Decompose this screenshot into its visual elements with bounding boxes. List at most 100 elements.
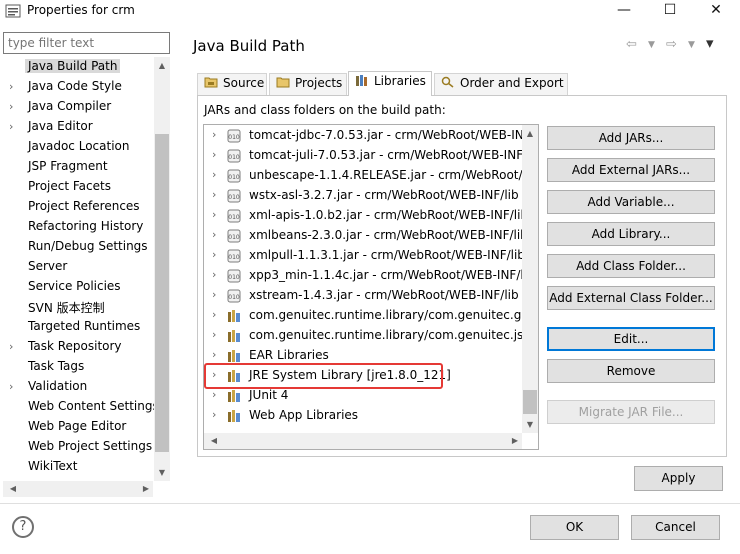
library-row[interactable]: › 010 xmlpull-1.1.3.1.jar - crm/WebRoot/WE… xyxy=(204,246,522,266)
library-row[interactable]: › 010 xstream-1.4.3.jar - crm/WebRoot/WEB-… xyxy=(204,286,522,306)
library-row-label: tomcat-jdbc-7.0.53.jar - crm/WebRoot/WEB… xyxy=(249,128,522,142)
tree-vertical-scrollbar[interactable] xyxy=(522,125,538,433)
library-row[interactable]: › JUnit 4 xyxy=(204,386,522,406)
nav-horizontal-scrollbar[interactable] xyxy=(3,481,153,497)
nav-item[interactable]: Java Build Path xyxy=(3,57,153,77)
forward-menu-icon[interactable]: ▼ xyxy=(688,40,695,50)
nav-scroll-down-icon[interactable]: ▼ xyxy=(154,468,170,477)
close-button[interactable]: ✕ xyxy=(693,0,739,22)
library-row-label: Web App Libraries xyxy=(249,408,359,422)
ok-button[interactable]: OK xyxy=(530,515,619,540)
projects-folder-icon xyxy=(276,77,290,88)
nav-item[interactable]: › Java Compiler xyxy=(3,97,153,117)
maximize-button[interactable]: ☐ xyxy=(647,0,693,22)
expand-arrow-icon[interactable]: › xyxy=(9,100,19,113)
migrate-jar-button[interactable]: Migrate JAR File... xyxy=(547,400,715,424)
library-row[interactable]: › 010 tomcat-jdbc-7.0.53.jar - crm/WebRoot… xyxy=(204,126,522,146)
tab-libraries[interactable]: Libraries xyxy=(348,71,432,96)
filter-input[interactable] xyxy=(3,32,170,54)
nav-item[interactable]: Task Tags xyxy=(3,357,153,377)
library-row[interactable]: › com.genuitec.runtime.library/com.genuit… xyxy=(204,326,522,346)
nav-scroll-thumb[interactable] xyxy=(155,134,169,452)
edit-button[interactable]: Edit... xyxy=(547,327,715,351)
library-row-label: xml-apis-1.0.b2.jar - crm/WebRoot/WEB-IN… xyxy=(249,208,522,222)
tree-horizontal-scrollbar[interactable] xyxy=(204,433,522,449)
library-row[interactable]: › 010 xpp3_min-1.1.4c.jar - crm/WebRoot/WE… xyxy=(204,266,522,286)
expand-arrow-icon[interactable]: › xyxy=(212,388,216,401)
add-external-jars-button[interactable]: Add External JARs... xyxy=(547,158,715,182)
expand-arrow-icon[interactable]: › xyxy=(212,148,216,161)
add-library-button[interactable]: Add Library... xyxy=(547,222,715,246)
help-icon[interactable]: ? xyxy=(12,516,34,538)
nav-item[interactable]: Web Content Settings xyxy=(3,397,159,417)
library-row[interactable]: › 010 tomcat-juli-7.0.53.jar - crm/WebRoot… xyxy=(204,146,522,166)
tree-scroll-up-icon[interactable]: ▲ xyxy=(522,129,538,138)
cancel-button[interactable]: Cancel xyxy=(631,515,720,540)
nav-item[interactable]: JSP Fragment xyxy=(3,157,153,177)
nav-item[interactable]: › Java Code Style xyxy=(3,77,153,97)
add-jars-button[interactable]: Add JARs... xyxy=(547,126,715,150)
expand-arrow-icon[interactable]: › xyxy=(212,408,216,421)
expand-arrow-icon[interactable]: › xyxy=(212,268,216,281)
nav-item[interactable]: › Task Repository xyxy=(3,337,153,357)
tab-order-and-export[interactable]: Order and Export xyxy=(434,73,568,95)
tree-scroll-thumb[interactable] xyxy=(523,390,537,414)
tree-scroll-down-icon[interactable]: ▼ xyxy=(522,420,538,429)
nav-item[interactable]: › Validation xyxy=(3,377,153,397)
library-row[interactable]: › com.genuitec.runtime.library/com.genuit… xyxy=(204,306,522,326)
expand-arrow-icon[interactable]: › xyxy=(212,248,216,261)
expand-arrow-icon[interactable]: › xyxy=(212,328,216,341)
library-row[interactable]: › 010 xml-apis-1.0.b2.jar - crm/WebRoot/WE… xyxy=(204,206,522,226)
back-icon[interactable]: ⇦ xyxy=(626,37,637,52)
nav-item[interactable]: Web Page Editor xyxy=(3,417,153,437)
view-menu-icon[interactable]: ▾ xyxy=(706,34,714,52)
library-row[interactable]: › 010 unbescape-1.1.4.RELEASE.jar - crm/We… xyxy=(204,166,522,186)
forward-icon[interactable]: ⇨ xyxy=(666,37,677,52)
add-class-folder-button[interactable]: Add Class Folder... xyxy=(547,254,715,278)
nav-item[interactable]: Javadoc Location xyxy=(3,137,153,157)
expand-arrow-icon[interactable]: › xyxy=(212,208,216,221)
expand-arrow-icon[interactable]: › xyxy=(9,120,19,133)
tree-scroll-right-icon[interactable]: ▶ xyxy=(507,436,523,445)
nav-item[interactable]: Targeted Runtimes xyxy=(3,317,153,337)
expand-arrow-icon[interactable]: › xyxy=(212,168,216,181)
nav-item[interactable]: Refactoring History xyxy=(3,217,153,237)
expand-arrow-icon[interactable]: › xyxy=(212,288,216,301)
nav-item[interactable]: Project Facets xyxy=(3,177,153,197)
svg-text:010: 010 xyxy=(228,274,240,281)
add-external-class-folder-button[interactable]: Add External Class Folder... xyxy=(547,286,715,310)
library-row[interactable]: › 010 wstx-asl-3.2.7.jar - crm/WebRoot/WEB… xyxy=(204,186,522,206)
tab-source[interactable]: Source xyxy=(197,73,267,95)
add-variable-button[interactable]: Add Variable... xyxy=(547,190,715,214)
back-menu-icon[interactable]: ▼ xyxy=(648,40,655,50)
expand-arrow-icon[interactable]: › xyxy=(9,80,19,93)
nav-item[interactable]: Run/Debug Settings xyxy=(3,237,153,257)
svg-text:010: 010 xyxy=(228,234,240,241)
nav-scroll-left-icon[interactable]: ◀ xyxy=(5,484,21,493)
nav-item[interactable]: Server xyxy=(3,257,153,277)
nav-item[interactable]: Service Policies xyxy=(3,277,153,297)
nav-scroll-up-icon[interactable]: ▲ xyxy=(154,61,170,70)
expand-arrow-icon[interactable]: › xyxy=(212,308,216,321)
nav-item[interactable]: WikiText xyxy=(3,457,153,477)
remove-button[interactable]: Remove xyxy=(547,359,715,383)
expand-arrow-icon[interactable]: › xyxy=(212,228,216,241)
apply-button[interactable]: Apply xyxy=(634,466,723,491)
nav-scroll-right-icon[interactable]: ▶ xyxy=(138,484,154,493)
svg-text:010: 010 xyxy=(228,254,240,261)
library-tree[interactable]: › 010 tomcat-jdbc-7.0.53.jar - crm/WebRoot… xyxy=(203,124,539,450)
library-row[interactable]: › 010 xmlbeans-2.3.0.jar - crm/WebRoot/WEB… xyxy=(204,226,522,246)
expand-arrow-icon[interactable]: › xyxy=(9,380,19,393)
expand-arrow-icon[interactable]: › xyxy=(212,188,216,201)
nav-item[interactable]: Web Project Settings xyxy=(3,437,153,457)
expand-arrow-icon[interactable]: › xyxy=(9,340,19,353)
minimize-button[interactable]: — xyxy=(601,0,647,22)
tree-scroll-left-icon[interactable]: ◀ xyxy=(206,436,222,445)
nav-item[interactable]: SVN 版本控制 xyxy=(3,297,153,317)
nav-item[interactable]: › Java Editor xyxy=(3,117,153,137)
expand-arrow-icon[interactable]: › xyxy=(212,348,216,361)
nav-item[interactable]: Project References xyxy=(3,197,153,217)
tab-projects[interactable]: Projects xyxy=(269,73,347,95)
library-row[interactable]: › Web App Libraries xyxy=(204,406,522,426)
expand-arrow-icon[interactable]: › xyxy=(212,128,216,141)
